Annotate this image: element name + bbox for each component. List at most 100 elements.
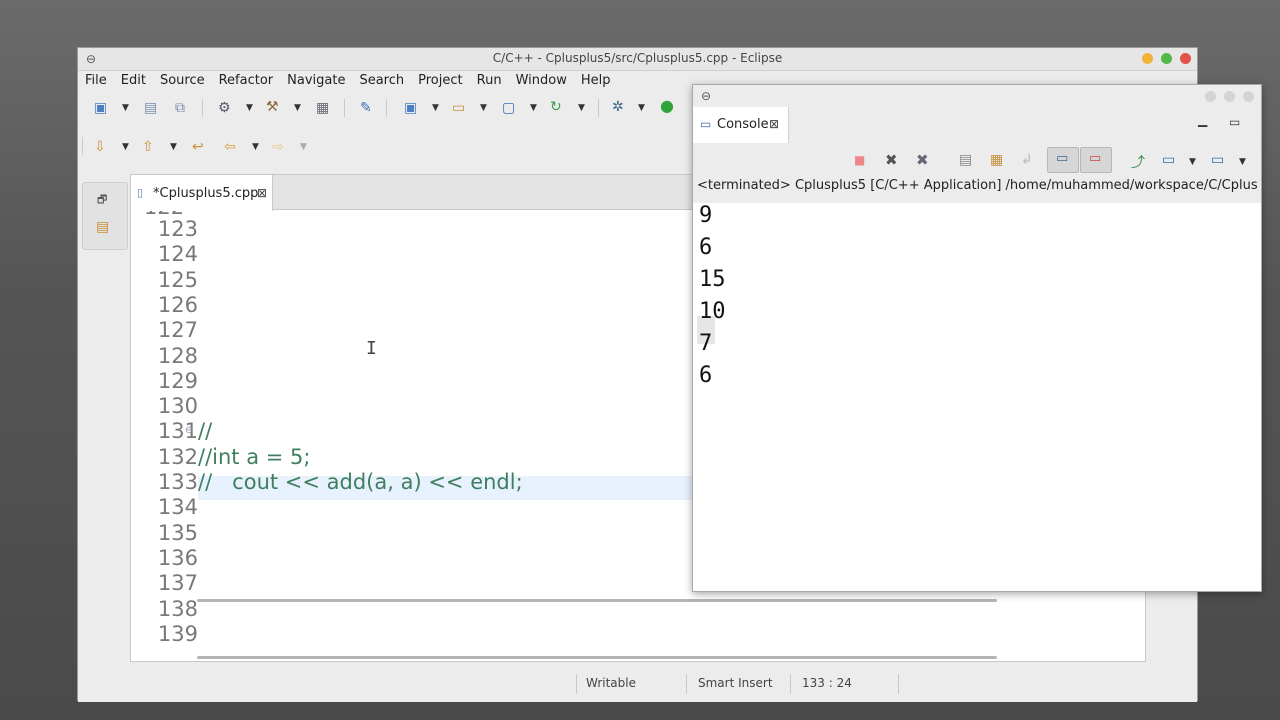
new-icon[interactable]: ▣ bbox=[94, 100, 107, 116]
menu-file[interactable]: File bbox=[78, 70, 114, 88]
terminate-icon[interactable]: ■ bbox=[854, 153, 865, 167]
line-number: 133 bbox=[157, 470, 198, 494]
status-bar: Writable Smart Insert 133 : 24 bbox=[78, 668, 1197, 702]
remove-launch-icon[interactable]: ✖ bbox=[885, 151, 898, 169]
line-number: 134 bbox=[157, 495, 198, 519]
close-console-tab-icon[interactable]: ⊠ bbox=[769, 117, 779, 131]
build-hammer-icon[interactable]: ⚒ bbox=[266, 99, 279, 115]
open-console-dropdown-icon[interactable]: ▼ bbox=[1239, 157, 1246, 167]
clear-console-icon[interactable]: ▤ bbox=[959, 152, 972, 168]
binary-icon[interactable]: ▦ bbox=[316, 100, 329, 116]
view-maximize-icon[interactable]: ▭ bbox=[1229, 115, 1240, 129]
code-line[interactable]: // bbox=[198, 419, 212, 443]
debug-dropdown-icon[interactable]: ▼ bbox=[638, 103, 645, 113]
line-number: 137 bbox=[157, 571, 198, 595]
new-class-icon[interactable]: ▢ bbox=[502, 100, 515, 116]
title-bar[interactable]: ⊖ C/C++ - Cplusplus5/src/Cplusplus5.cpp … bbox=[78, 48, 1197, 71]
text-cursor-icon: I bbox=[366, 338, 377, 359]
line-number: 124 bbox=[157, 242, 198, 266]
minimize-button[interactable] bbox=[1142, 53, 1153, 64]
refresh-icon[interactable]: ↻ bbox=[550, 99, 562, 115]
word-wrap-icon[interactable]: ↲ bbox=[1021, 152, 1033, 168]
console-output[interactable]: 9 6 15 10 7 6 bbox=[693, 203, 1261, 583]
console-terminated-label: <terminated> Cplusplus5 [C/C++ Applicati… bbox=[697, 178, 1257, 193]
line-number: 127 bbox=[157, 318, 198, 342]
editor-horizontal-scrollbar[interactable] bbox=[197, 656, 997, 659]
prev-annotation-dropdown-icon[interactable]: ▼ bbox=[170, 142, 177, 152]
remove-all-terminated-icon[interactable]: ✖ bbox=[916, 151, 929, 169]
new-project-dropdown-icon[interactable]: ▼ bbox=[432, 103, 439, 113]
status-cursor-position: 133 : 24 bbox=[802, 676, 852, 690]
scroll-lock-icon[interactable]: ▦ bbox=[990, 152, 1003, 168]
forward-icon[interactable]: ⇨ bbox=[272, 139, 284, 155]
new-folder-dropdown-icon[interactable]: ▼ bbox=[480, 103, 487, 113]
new-cpp-project-icon[interactable]: ▣ bbox=[404, 100, 417, 116]
menu-edit[interactable]: Edit bbox=[114, 70, 153, 88]
display-console-dropdown-icon[interactable]: ▼ bbox=[1189, 157, 1196, 167]
build-config-dropdown-icon[interactable]: ▼ bbox=[246, 103, 253, 113]
close-tab-icon[interactable]: ⊠ bbox=[257, 186, 267, 200]
menu-source[interactable]: Source bbox=[153, 70, 212, 88]
open-console-icon[interactable]: ▭ bbox=[1211, 152, 1224, 168]
pin-console-icon[interactable]: ⤴ bbox=[1131, 152, 1145, 172]
status-insert-mode: Smart Insert bbox=[698, 676, 773, 690]
build-dropdown-icon[interactable]: ▼ bbox=[294, 103, 301, 113]
display-console-icon[interactable]: ▭ bbox=[1162, 152, 1175, 168]
console-close-button[interactable] bbox=[1243, 91, 1254, 102]
line-number: 138 bbox=[157, 597, 198, 621]
last-edit-icon[interactable]: ↩ bbox=[192, 139, 204, 155]
menu-refactor[interactable]: Refactor bbox=[212, 70, 281, 88]
line-number: 132 bbox=[157, 445, 198, 469]
next-annotation-icon[interactable]: ⇩ bbox=[94, 139, 106, 155]
console-window-menu-icon[interactable]: ⊖ bbox=[701, 89, 711, 103]
menu-help[interactable]: Help bbox=[574, 70, 618, 88]
line-number: 136 bbox=[157, 546, 198, 570]
close-button[interactable] bbox=[1180, 53, 1191, 64]
pointer-icon[interactable]: ✎ bbox=[360, 100, 372, 116]
line-number: 128 bbox=[157, 344, 198, 368]
next-annotation-dropdown-icon[interactable]: ▼ bbox=[122, 142, 129, 152]
forward-dropdown-icon[interactable]: ▼ bbox=[300, 142, 307, 152]
line-number: 129 bbox=[157, 369, 198, 393]
refresh-dropdown-icon[interactable]: ▼ bbox=[578, 103, 585, 113]
menu-search[interactable]: Search bbox=[352, 70, 411, 88]
prev-annotation-icon[interactable]: ⇧ bbox=[142, 139, 154, 155]
new-dropdown-icon[interactable]: ▼ bbox=[122, 103, 129, 113]
project-explorer-icon[interactable]: ▤ bbox=[96, 219, 109, 235]
save-icon[interactable]: ▤ bbox=[144, 100, 157, 116]
menu-run[interactable]: Run bbox=[470, 70, 509, 88]
new-class-dropdown-icon[interactable]: ▼ bbox=[530, 103, 537, 113]
console-output-line: 6 bbox=[699, 363, 713, 388]
run-icon[interactable]: ● bbox=[660, 98, 674, 114]
show-on-stderr-toggle[interactable]: ▭ bbox=[1080, 147, 1112, 173]
console-title-bar[interactable]: ⊖ bbox=[693, 85, 1261, 108]
new-folder-icon[interactable]: ▭ bbox=[452, 100, 465, 116]
console-output-line: 7 bbox=[699, 331, 713, 356]
menu-navigate[interactable]: Navigate bbox=[280, 70, 352, 88]
menu-window[interactable]: Window bbox=[509, 70, 574, 88]
show-on-stdout-toggle[interactable]: ▭ bbox=[1047, 147, 1079, 173]
code-line[interactable]: // cout << add(a, a) << endl; bbox=[198, 470, 523, 494]
back-icon[interactable]: ⇦ bbox=[224, 139, 236, 155]
editor-scroll-indicator[interactable] bbox=[197, 599, 997, 602]
editor-tab[interactable]: ▯ *Cplusplus5.cpp ⊠ bbox=[131, 175, 273, 211]
window-title: C/C++ - Cplusplus5/src/Cplusplus5.cpp - … bbox=[492, 51, 783, 65]
console-minimize-button[interactable] bbox=[1205, 91, 1216, 102]
toolbar-navigation: ⇩ ▼ ⇧ ▼ ↩ ⇦ ▼ ⇨ ▼ bbox=[78, 134, 338, 160]
console-maximize-button[interactable] bbox=[1224, 91, 1235, 102]
code-line[interactable]: //int a = 5; bbox=[198, 445, 310, 469]
restore-icon[interactable]: 🗗 bbox=[97, 191, 107, 210]
build-config-icon[interactable]: ⚙ bbox=[218, 100, 231, 116]
save-all-icon[interactable]: ⧉ bbox=[175, 100, 185, 116]
editor-tab-label: *Cplusplus5.cpp bbox=[153, 186, 259, 201]
menu-project[interactable]: Project bbox=[411, 70, 469, 88]
console-tab-label: Console bbox=[717, 117, 769, 132]
console-output-line: 9 bbox=[699, 203, 713, 228]
console-tab[interactable]: ▭ Console ⊠ bbox=[693, 107, 789, 143]
console-output-line: 15 bbox=[699, 267, 726, 292]
debug-icon[interactable]: ✲ bbox=[612, 99, 624, 115]
maximize-button[interactable] bbox=[1161, 53, 1172, 64]
fold-collapse-icon[interactable]: ⊖ bbox=[185, 425, 193, 436]
back-dropdown-icon[interactable]: ▼ bbox=[252, 142, 259, 152]
view-minimize-icon[interactable]: ▁ bbox=[1198, 113, 1207, 127]
